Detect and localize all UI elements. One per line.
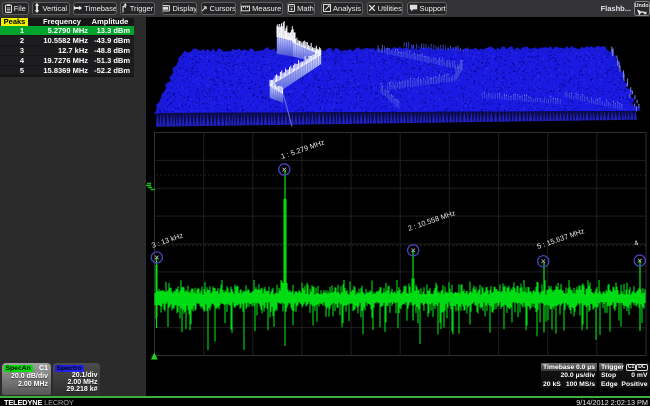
svg-text:5 : 15.637 MHz: 5 : 15.637 MHz	[536, 226, 586, 251]
svg-text:1 : 5.279 MHz: 1 : 5.279 MHz	[280, 137, 326, 160]
svg-text:3 : 13 kHz: 3 : 13 kHz	[150, 231, 184, 250]
svg-text:4: 4	[633, 238, 640, 248]
